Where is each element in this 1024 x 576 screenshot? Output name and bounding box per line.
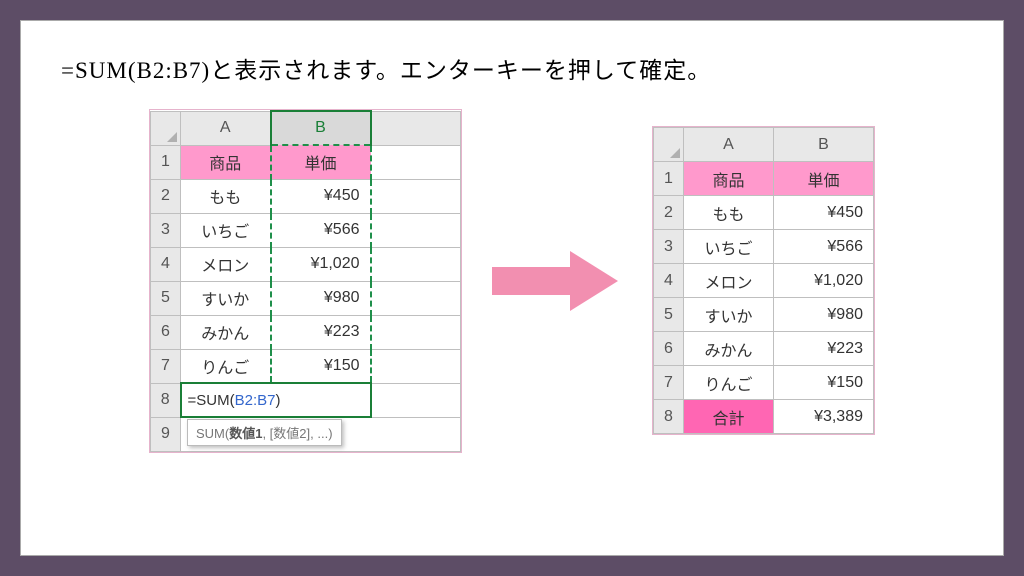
tooltip-rest: , [数値2], ...) (262, 426, 332, 441)
cell[interactable] (371, 213, 461, 247)
col-header-C[interactable] (371, 111, 461, 145)
cell-total-value[interactable]: ¥3,389 (774, 400, 874, 434)
row-header[interactable]: 4 (151, 247, 181, 281)
cell[interactable] (371, 315, 461, 349)
cell[interactable] (371, 179, 461, 213)
caption-text: =SUM(B2:B7)と表示されます。エンターキーを押して確定。 (61, 51, 963, 85)
row-header[interactable]: 1 (151, 145, 181, 179)
col-header-A[interactable]: A (181, 111, 271, 145)
tooltip-cell: SUM(数値1, [数値2], ...) (181, 417, 461, 451)
row-header[interactable]: 7 (151, 349, 181, 383)
row-header[interactable]: 8 (654, 400, 684, 434)
cell-price[interactable]: ¥566 (774, 230, 874, 264)
tooltip-fn: SUM( (196, 426, 229, 441)
cell[interactable] (371, 281, 461, 315)
cell[interactable] (371, 383, 461, 417)
sheet-before: A B 1 商品 単価 2 もも ¥450 3 (150, 110, 461, 452)
row-header[interactable]: 1 (654, 162, 684, 196)
formula-ref: B2:B7 (235, 392, 276, 409)
cell-price[interactable]: ¥150 (271, 349, 371, 383)
row-header[interactable]: 2 (654, 196, 684, 230)
cell-product[interactable]: メロン (684, 264, 774, 298)
tooltip-arg1: 数値1 (229, 426, 262, 441)
row-header[interactable]: 2 (151, 179, 181, 213)
header-product[interactable]: 商品 (684, 162, 774, 196)
row-header[interactable]: 3 (654, 230, 684, 264)
cell[interactable] (371, 145, 461, 179)
formula-cell[interactable]: =SUM(B2:B7) (181, 383, 371, 417)
cell-price[interactable]: ¥223 (271, 315, 371, 349)
row-header[interactable]: 8 (151, 383, 181, 417)
row-header[interactable]: 4 (654, 264, 684, 298)
sheet-after: A B 1 商品 単価 2 もも ¥450 3 いちご ¥566 (653, 127, 874, 434)
col-header-A[interactable]: A (684, 128, 774, 162)
row-header[interactable]: 7 (654, 366, 684, 400)
cell-price[interactable]: ¥150 (774, 366, 874, 400)
header-price[interactable]: 単価 (774, 162, 874, 196)
col-header-B[interactable]: B (271, 111, 371, 145)
tutorial-slide: =SUM(B2:B7)と表示されます。エンターキーを押して確定。 A B 1 商… (20, 20, 1004, 556)
cell-product[interactable]: みかん (181, 315, 271, 349)
cell-price[interactable]: ¥1,020 (774, 264, 874, 298)
select-all-corner[interactable] (151, 111, 181, 145)
excel-after: A B 1 商品 単価 2 もも ¥450 3 いちご ¥566 (652, 126, 875, 435)
row-header[interactable]: 6 (654, 332, 684, 366)
cell[interactable] (371, 349, 461, 383)
cell-product[interactable]: いちご (684, 230, 774, 264)
cell-product[interactable]: すいか (684, 298, 774, 332)
header-product[interactable]: 商品 (181, 145, 271, 179)
row-header[interactable]: 3 (151, 213, 181, 247)
formula-prefix: =SUM( (188, 392, 235, 409)
cell-price[interactable]: ¥980 (271, 281, 371, 315)
row-header[interactable]: 5 (151, 281, 181, 315)
cell-total-label[interactable]: 合計 (684, 400, 774, 434)
cell-price[interactable]: ¥223 (774, 332, 874, 366)
col-header-B[interactable]: B (774, 128, 874, 162)
cell-product[interactable]: メロン (181, 247, 271, 281)
formula-suffix: ) (275, 392, 280, 409)
header-price[interactable]: 単価 (271, 145, 371, 179)
row-header[interactable]: 5 (654, 298, 684, 332)
cell-price[interactable]: ¥980 (774, 298, 874, 332)
arrow-right-icon (492, 251, 622, 311)
cell-product[interactable]: もも (684, 196, 774, 230)
cell[interactable] (371, 247, 461, 281)
cell-price[interactable]: ¥450 (774, 196, 874, 230)
cell-product[interactable]: もも (181, 179, 271, 213)
cell-product[interactable]: りんご (684, 366, 774, 400)
cell-product[interactable]: みかん (684, 332, 774, 366)
select-all-corner[interactable] (654, 128, 684, 162)
cell-product[interactable]: いちご (181, 213, 271, 247)
cell-product[interactable]: りんご (181, 349, 271, 383)
cell-product[interactable]: すいか (181, 281, 271, 315)
row-header[interactable]: 9 (151, 417, 181, 451)
row-header[interactable]: 6 (151, 315, 181, 349)
cell-price[interactable]: ¥450 (271, 179, 371, 213)
excel-before: A B 1 商品 単価 2 もも ¥450 3 (149, 109, 462, 453)
cell-price[interactable]: ¥566 (271, 213, 371, 247)
content-row: A B 1 商品 単価 2 もも ¥450 3 (61, 109, 963, 453)
formula-tooltip: SUM(数値1, [数値2], ...) (187, 419, 342, 446)
cell-price[interactable]: ¥1,020 (271, 247, 371, 281)
